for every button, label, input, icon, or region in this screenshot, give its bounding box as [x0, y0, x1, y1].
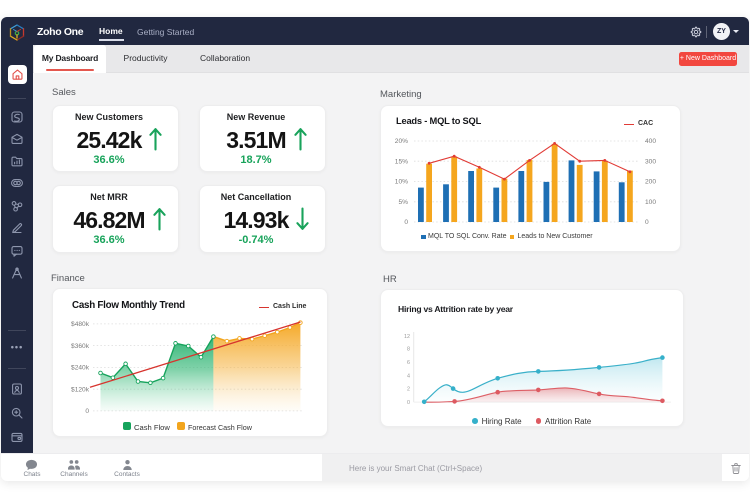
svg-text:$120k: $120k [71, 386, 90, 393]
svg-text:400: 400 [645, 138, 656, 145]
svg-text:12: 12 [404, 334, 410, 340]
svg-text:100: 100 [645, 199, 656, 206]
svg-text:$240k: $240k [71, 365, 90, 372]
svg-text:4: 4 [407, 374, 410, 380]
svg-text:2: 2 [407, 387, 410, 393]
svg-text:5%: 5% [398, 199, 408, 206]
svg-text:200: 200 [645, 179, 656, 186]
svg-text:20%: 20% [395, 138, 408, 145]
svg-text:$360k: $360k [71, 343, 90, 350]
svg-text:0: 0 [407, 400, 410, 406]
svg-text:15%: 15% [395, 159, 408, 166]
svg-text:0: 0 [85, 408, 89, 415]
svg-text:$480k: $480k [71, 321, 90, 328]
svg-text:10%: 10% [395, 179, 408, 186]
svg-text:8: 8 [407, 347, 410, 353]
svg-text:6: 6 [407, 360, 410, 366]
svg-text:0: 0 [404, 219, 408, 226]
svg-text:300: 300 [645, 159, 656, 166]
svg-text:0: 0 [645, 219, 649, 226]
